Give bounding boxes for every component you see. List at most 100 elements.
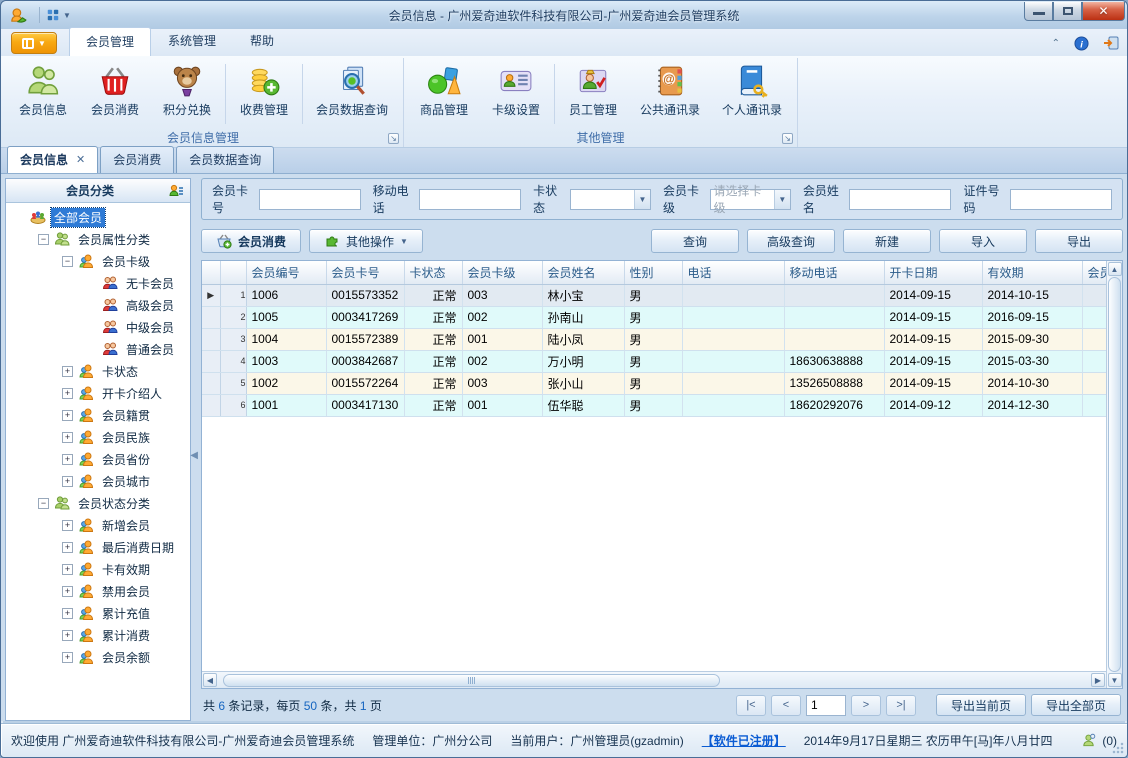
tree-item[interactable]: + 累计充值 <box>6 602 190 624</box>
card-status-select[interactable]: ▼ <box>569 188 651 210</box>
scroll-left-icon[interactable]: ◀ <box>203 673 217 687</box>
query-button[interactable]: 查询 <box>651 229 739 253</box>
tree-item[interactable]: + 最后消费日期 <box>6 536 190 558</box>
dialog-launcher-icon[interactable]: ↘ <box>782 133 793 144</box>
table-cell[interactable]: 男 <box>624 394 683 417</box>
table-cell[interactable]: 张小山 <box>542 372 625 395</box>
tree-expander-icon[interactable]: + <box>62 651 73 663</box>
table-cell[interactable]: 1006 <box>246 284 327 307</box>
column-header[interactable]: 会员卡级 <box>462 261 543 285</box>
table-cell[interactable] <box>682 306 785 329</box>
tree-expander-icon[interactable]: + <box>62 475 73 487</box>
column-header[interactable]: 开卡日期 <box>884 261 983 285</box>
table-cell[interactable] <box>784 284 885 307</box>
tree-expander-icon[interactable]: + <box>62 365 73 377</box>
table-cell[interactable]: 2014-10-15 <box>982 284 1083 307</box>
tree-item[interactable]: + 卡有效期 <box>6 558 190 580</box>
public-contacts-button[interactable]: 公共通讯录 <box>629 60 711 128</box>
export-button[interactable]: 导出 <box>1035 229 1123 253</box>
table-cell[interactable]: 0003417130 <box>326 394 405 417</box>
vertical-scrollbar[interactable]: ▲ ▼ <box>1106 261 1122 688</box>
table-cell[interactable]: 0003417269 <box>326 306 405 329</box>
table-cell[interactable]: 正常 <box>404 328 463 351</box>
member-info-button[interactable]: 会员信息 <box>7 60 79 128</box>
maximize-button[interactable] <box>1053 1 1082 21</box>
tree-item[interactable]: + 会员籍贯 <box>6 404 190 426</box>
card-no-input[interactable] <box>258 188 361 210</box>
table-cell[interactable]: 1004 <box>246 328 327 351</box>
table-cell[interactable] <box>1082 350 1106 373</box>
table-cell[interactable]: 13526508888 <box>784 372 885 395</box>
dialog-launcher-icon[interactable]: ↘ <box>388 133 399 144</box>
table-cell[interactable] <box>1082 284 1106 307</box>
tree-expander-icon[interactable]: − <box>38 497 49 509</box>
table-cell[interactable]: 002 <box>462 350 543 373</box>
table-cell[interactable]: 2014-09-15 <box>884 284 983 307</box>
scroll-right-icon[interactable]: ▶ <box>1091 673 1105 687</box>
personal-contacts-button[interactable]: 个人通讯录 <box>711 60 793 128</box>
table-cell[interactable]: 陆小凤 <box>542 328 625 351</box>
table-cell[interactable] <box>784 328 885 351</box>
table-cell[interactable]: 正常 <box>404 284 463 307</box>
tree-item[interactable]: − 会员卡级 <box>6 250 190 272</box>
table-cell[interactable]: 0015573352 <box>326 284 405 307</box>
collapse-ribbon-icon[interactable]: ⌃ <box>1052 38 1060 49</box>
tree-expander-icon[interactable]: + <box>62 519 73 531</box>
column-header[interactable]: 会员卡号 <box>326 261 405 285</box>
column-header[interactable]: 移动电话 <box>784 261 885 285</box>
table-cell[interactable]: 2014-09-15 <box>884 306 983 329</box>
member-name-input[interactable] <box>849 188 952 210</box>
table-cell[interactable] <box>682 284 785 307</box>
tree-item[interactable]: − 会员属性分类 <box>6 228 190 250</box>
tree-expander-icon[interactable]: + <box>62 453 73 465</box>
column-header[interactable]: 会员姓名 <box>542 261 625 285</box>
tree-item[interactable]: 中级会员 <box>6 316 190 338</box>
table-cell[interactable] <box>682 328 785 351</box>
table-cell[interactable] <box>682 372 785 395</box>
table-cell[interactable]: 男 <box>624 306 683 329</box>
table-cell[interactable]: 2016-09-15 <box>982 306 1083 329</box>
table-row[interactable]: ▶ 1 1006 0015573352 正常 003 林小宝男 2014-09-15 2014-… <box>202 284 1106 307</box>
table-cell[interactable]: 001 <box>462 394 543 417</box>
other-operations-button[interactable]: 其他操作 ▼ <box>309 229 423 253</box>
new-button[interactable]: 新建 <box>843 229 931 253</box>
column-header[interactable]: 性别 <box>624 261 683 285</box>
table-cell[interactable] <box>1082 306 1106 329</box>
table-row[interactable]: 3 1004 0015572389 正常 001 陆小凤男 2014-09-15 2015-0… <box>202 328 1106 351</box>
v-scroll-thumb[interactable] <box>1108 277 1121 672</box>
tree-expander-icon[interactable]: + <box>62 607 73 619</box>
table-cell[interactable]: 002 <box>462 306 543 329</box>
table-cell[interactable]: 003 <box>462 372 543 395</box>
advanced-query-button[interactable]: 高级查询 <box>747 229 835 253</box>
points-exchange-button[interactable]: 积分兑换 <box>151 60 223 128</box>
column-header[interactable]: 电话 <box>682 261 785 285</box>
quick-access-toolbar-button[interactable]: ▼ <box>46 8 71 22</box>
member-consume-button[interactable]: 会员消费 <box>79 60 151 128</box>
table-cell[interactable]: 林小宝 <box>542 284 625 307</box>
prev-page-button[interactable]: < <box>770 694 801 716</box>
ribbon-tab-help[interactable]: 帮助 <box>233 26 291 56</box>
tree-item[interactable]: 高级会员 <box>6 294 190 316</box>
table-cell[interactable]: 18630638888 <box>784 350 885 373</box>
tree-expander-icon[interactable]: + <box>62 541 73 553</box>
id-no-input[interactable] <box>1010 188 1113 210</box>
tree-item[interactable]: + 会员余额 <box>6 646 190 668</box>
table-cell[interactable]: 2015-03-30 <box>982 350 1083 373</box>
tree-expander-icon[interactable]: + <box>62 387 73 399</box>
table-cell[interactable]: 2014-09-15 <box>884 350 983 373</box>
tree-expander-icon[interactable]: + <box>62 563 73 575</box>
table-cell[interactable]: 万小明 <box>542 350 625 373</box>
tree-item[interactable]: + 会员城市 <box>6 470 190 492</box>
table-cell[interactable]: 1005 <box>246 306 327 329</box>
table-cell[interactable]: 孙南山 <box>542 306 625 329</box>
goods-management-button[interactable]: 商品管理 <box>408 60 480 128</box>
table-cell[interactable] <box>682 394 785 417</box>
page-number-input[interactable] <box>805 694 846 716</box>
tree-item[interactable]: + 禁用会员 <box>6 580 190 602</box>
table-cell[interactable]: 男 <box>624 284 683 307</box>
column-header[interactable]: 会员 <box>1082 261 1106 285</box>
column-header[interactable]: 有效期 <box>982 261 1083 285</box>
scroll-down-icon[interactable]: ▼ <box>1107 673 1122 687</box>
table-cell[interactable] <box>1082 328 1106 351</box>
tree-item[interactable]: 全部会员 <box>6 206 190 228</box>
